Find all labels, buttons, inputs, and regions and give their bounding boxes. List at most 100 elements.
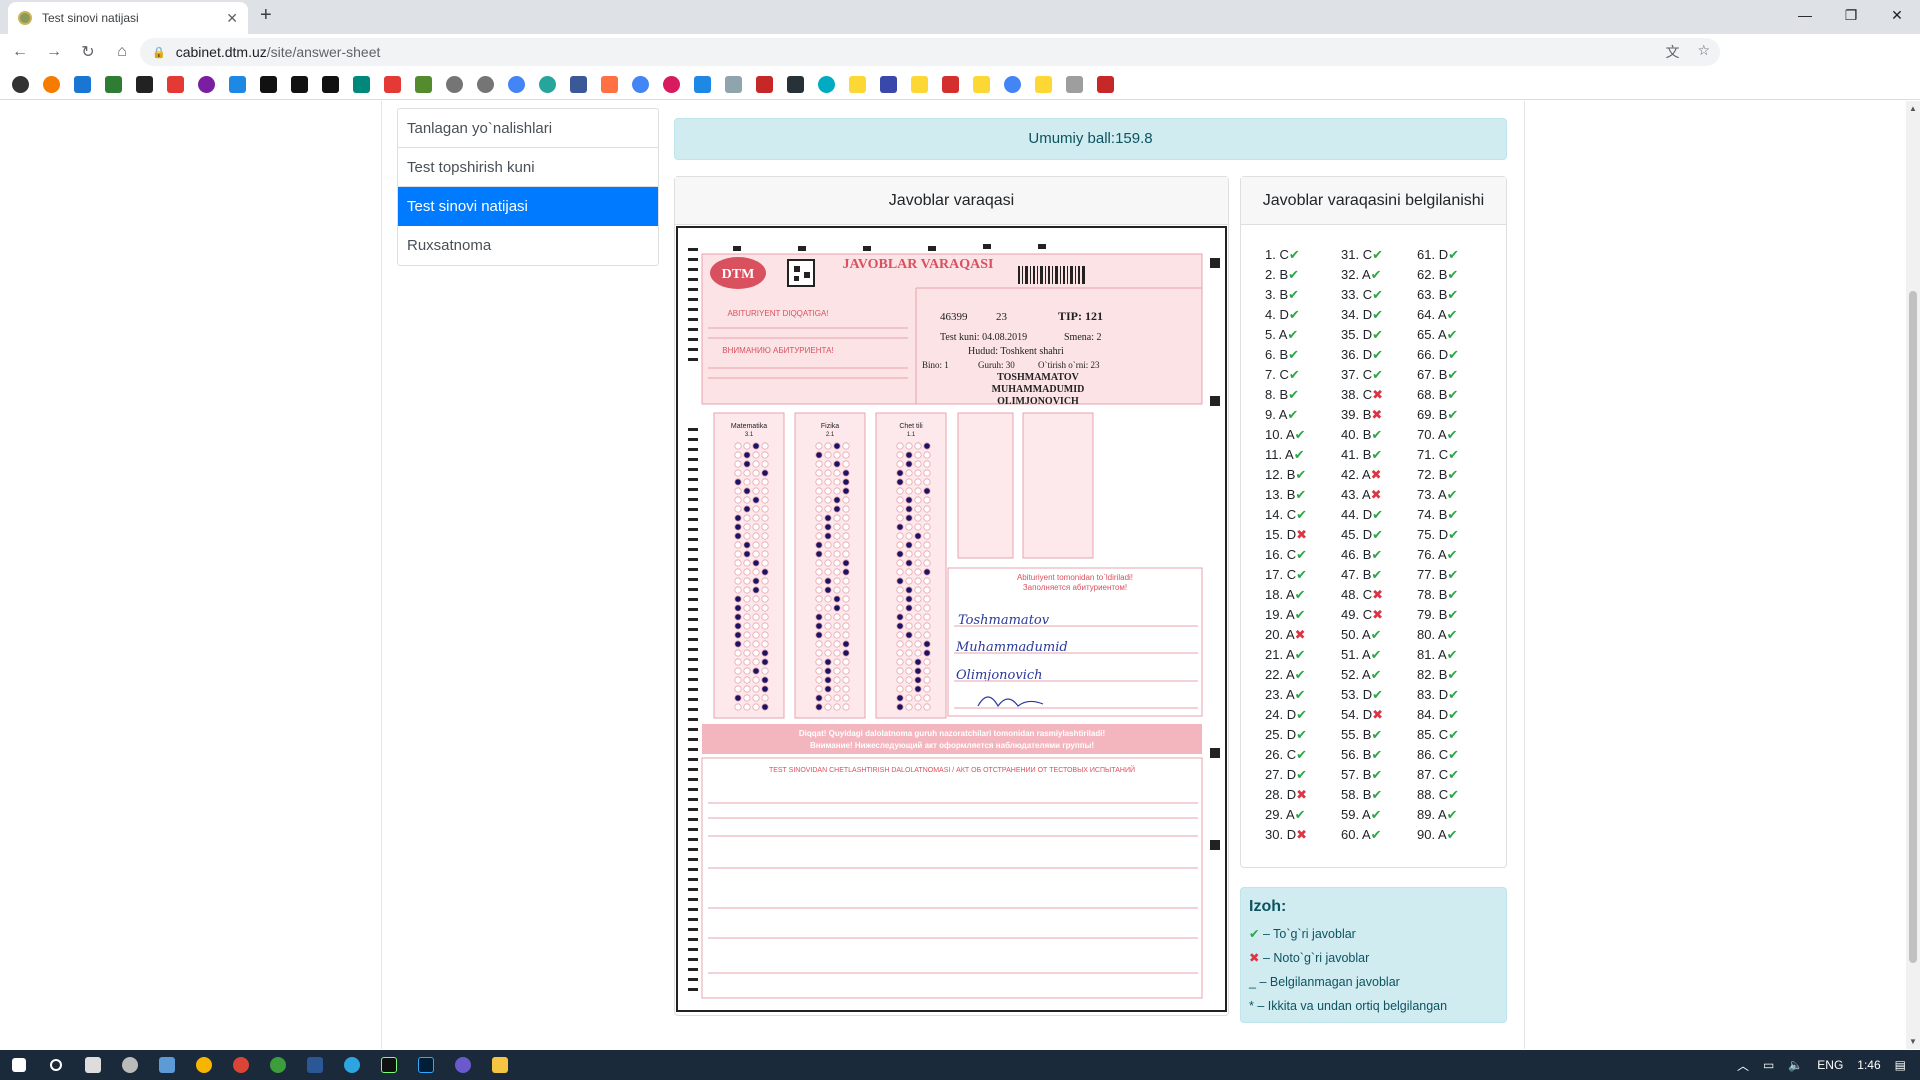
browser-tab[interactable]: Test sinovi natijasi ✕	[8, 2, 248, 34]
bubble-empty	[833, 631, 841, 639]
bookmark-icon[interactable]	[1066, 76, 1083, 93]
folder-icon[interactable]	[911, 76, 928, 93]
close-tab-icon[interactable]: ✕	[226, 10, 238, 27]
bookmark-icon[interactable]	[136, 76, 153, 93]
scrollbar-thumb[interactable]	[1909, 291, 1917, 963]
bookmark-icon[interactable]	[725, 76, 742, 93]
answer-letter: A	[1285, 607, 1295, 622]
word-icon[interactable]	[296, 1050, 333, 1080]
address-bar[interactable]: 🔒 cabinet.dtm.uz/site/answer-sheet 文 ☆	[140, 38, 1720, 66]
bookmark-icon[interactable]	[570, 76, 587, 93]
cross-icon: ✖	[1249, 951, 1260, 965]
bookmark-icon[interactable]	[384, 76, 401, 93]
scroll-down-icon[interactable]: ▼	[1909, 1037, 1917, 1046]
search-icon[interactable]	[37, 1050, 74, 1080]
translate-icon[interactable]: 文	[1665, 42, 1679, 62]
bookmark-icon[interactable]	[43, 76, 60, 93]
answer-number: 66.	[1417, 347, 1436, 362]
bookmark-icon[interactable]	[415, 76, 432, 93]
bookmark-icon[interactable]	[105, 76, 122, 93]
bubble-empty	[824, 496, 832, 504]
bookmark-icon[interactable]	[942, 76, 959, 93]
telegram-icon[interactable]	[333, 1050, 370, 1080]
bookmark-icon[interactable]	[260, 76, 277, 93]
bubble-empty	[896, 595, 904, 603]
sidebar-item-test-date[interactable]: Test topshirish kuni	[398, 148, 658, 187]
bookmark-icon[interactable]	[12, 76, 29, 93]
volume-icon[interactable]: 🔈	[1788, 1058, 1803, 1072]
bubble-empty	[815, 604, 823, 612]
bookmark-icon[interactable]	[632, 76, 649, 93]
answer-row: 83. D✔	[1417, 685, 1493, 705]
new-tab-icon[interactable]: +	[260, 4, 272, 27]
restore-icon[interactable]: ❐	[1828, 0, 1874, 30]
calculator-icon[interactable]	[74, 1050, 111, 1080]
bubble-empty	[833, 514, 841, 522]
bookmark-icon[interactable]	[353, 76, 370, 93]
bubble-empty	[923, 685, 931, 693]
check-icon: ✔	[1448, 687, 1459, 702]
bubble-empty	[914, 568, 922, 576]
bookmark-icon[interactable]	[198, 76, 215, 93]
bookmark-star-icon[interactable]: ☆	[1697, 42, 1710, 62]
bookmark-icon[interactable]	[291, 76, 308, 93]
start-icon[interactable]	[0, 1050, 37, 1080]
bubble-empty	[842, 577, 850, 585]
bookmark-icon[interactable]	[1097, 76, 1114, 93]
bookmark-icon[interactable]	[880, 76, 897, 93]
bookmark-icon[interactable]	[446, 76, 463, 93]
check-icon: ✔	[1370, 627, 1382, 642]
close-window-icon[interactable]: ✕	[1874, 0, 1920, 30]
bookmark-icon[interactable]	[539, 76, 556, 93]
tray-chevron-icon[interactable]: ︿	[1737, 1057, 1749, 1074]
scroll-up-icon[interactable]: ▲	[1909, 104, 1917, 113]
bookmark-icon[interactable]	[508, 76, 525, 93]
bubble-empty	[923, 622, 931, 630]
sidebar-item-directions[interactable]: Tanlagan yo`nalishlari	[398, 109, 658, 148]
back-icon[interactable]: ←	[6, 43, 34, 61]
app-icon[interactable]	[444, 1050, 481, 1080]
clock[interactable]: 1:46	[1857, 1058, 1880, 1072]
photoshop-icon[interactable]	[407, 1050, 444, 1080]
bookmark-icon[interactable]	[167, 76, 184, 93]
bookmark-icon[interactable]	[74, 76, 91, 93]
sidebar-item-permit[interactable]: Ruxsatnoma	[398, 226, 658, 265]
bookmark-icon[interactable]	[477, 76, 494, 93]
bookmark-icon[interactable]	[756, 76, 773, 93]
input-language[interactable]: ENG	[1817, 1058, 1843, 1072]
bubble-empty	[815, 442, 823, 450]
notifications-icon[interactable]: ▤	[1895, 1058, 1906, 1072]
minimize-icon[interactable]: —	[1782, 0, 1828, 30]
page-scrollbar[interactable]: ▲ ▼	[1906, 101, 1920, 1049]
reload-icon[interactable]: ↻	[74, 42, 102, 62]
answer-number: 90.	[1417, 827, 1436, 842]
app-icon[interactable]	[259, 1050, 296, 1080]
settings-gear-icon[interactable]	[111, 1050, 148, 1080]
app-icon[interactable]	[148, 1050, 185, 1080]
sidebar-item-test-results[interactable]: Test sinovi natijasi	[398, 187, 658, 226]
bookmark-icon[interactable]	[663, 76, 680, 93]
forward-icon[interactable]: →	[40, 43, 68, 61]
bookmark-icon[interactable]	[322, 76, 339, 93]
bubble-empty	[752, 604, 760, 612]
network-icon[interactable]: ▭	[1763, 1058, 1774, 1072]
bookmark-icon[interactable]	[694, 76, 711, 93]
folder-icon[interactable]	[1035, 76, 1052, 93]
bookmark-icon[interactable]	[787, 76, 804, 93]
bookmark-icon[interactable]	[229, 76, 246, 93]
answer-number: 34.	[1341, 307, 1360, 322]
attention-uz: ABITURIYENT DIQQATIGA!	[727, 309, 828, 318]
answer-number: 78.	[1417, 587, 1436, 602]
app-icon[interactable]	[185, 1050, 222, 1080]
file-explorer-icon[interactable]	[481, 1050, 518, 1080]
bookmark-icon[interactable]	[1004, 76, 1021, 93]
bookmark-icon[interactable]	[601, 76, 618, 93]
home-icon[interactable]: ⌂	[108, 43, 136, 61]
answer-row: 77. B✔	[1417, 565, 1493, 585]
bookmark-icon[interactable]	[818, 76, 835, 93]
folder-icon[interactable]	[849, 76, 866, 93]
bubble-filled	[743, 541, 751, 549]
folder-icon[interactable]	[973, 76, 990, 93]
chrome-icon[interactable]	[222, 1050, 259, 1080]
app-icon[interactable]	[370, 1050, 407, 1080]
